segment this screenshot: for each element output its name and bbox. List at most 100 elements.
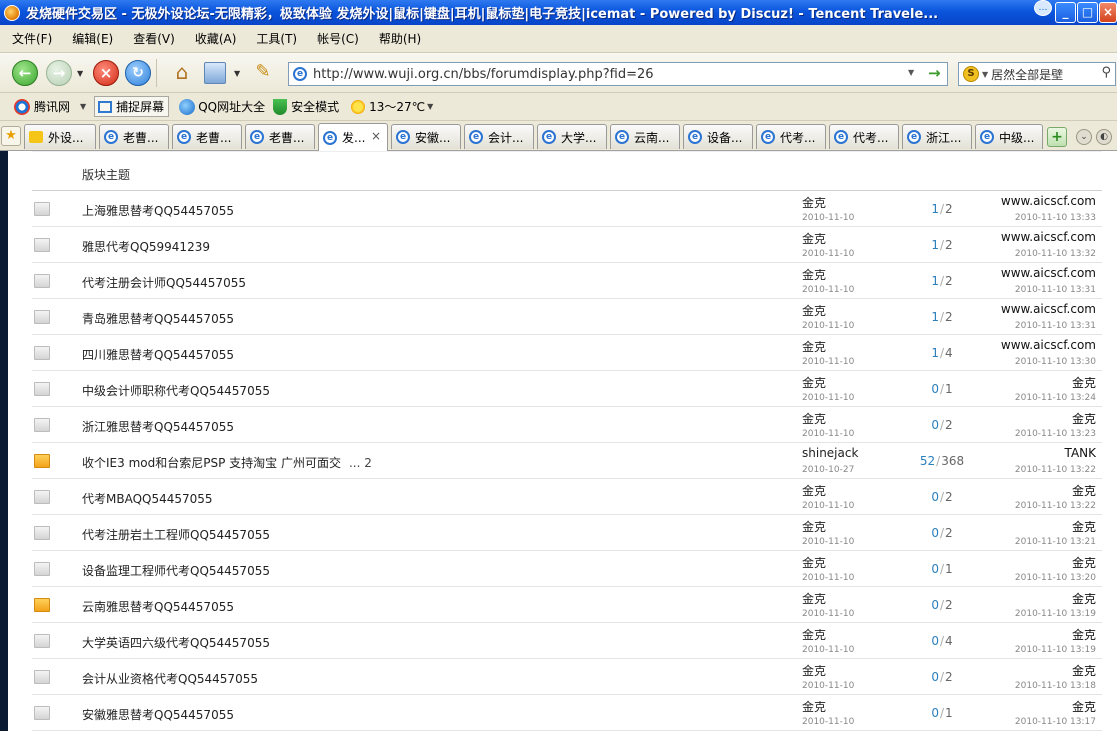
tab-8[interactable]: e 大学... (537, 124, 607, 149)
tab-1[interactable]: 外设... (24, 124, 96, 149)
tab-7[interactable]: e 会计... (464, 124, 534, 149)
thread-author-link[interactable]: 金克 (802, 230, 826, 247)
link-safe-mode[interactable]: 安全模式 (291, 98, 339, 115)
last-poster-link[interactable]: 金克 (1072, 590, 1096, 607)
tab-restore-icon[interactable]: ◐ (1096, 129, 1112, 145)
thread-title-link[interactable]: 大学英语四六级代考QQ54457055 (82, 636, 270, 650)
refresh-button[interactable]: ↻ (125, 60, 151, 86)
forward-dropdown-icon[interactable]: ▼ (77, 69, 83, 78)
thread-title-link[interactable]: 收个IE3 mod和台索尼PSP 支持淘宝 广州可面交 (82, 456, 341, 470)
thread-row[interactable]: 中级会计师职称代考QQ54457055 金克 2010-11-10 0/1 金克 2010… (32, 371, 1102, 407)
capture-screen-button[interactable]: 捕捉屏幕 (94, 96, 170, 117)
tab-9[interactable]: e 云南... (610, 124, 680, 149)
search-input[interactable]: 居然全部是壁 (991, 66, 1063, 83)
maximize-button[interactable]: □ (1077, 2, 1098, 23)
thread-row[interactable]: 大学英语四六级代考QQ54457055 金克 2010-11-10 0/4 金克 2010… (32, 623, 1102, 659)
favorites-dropdown-icon[interactable]: ▼ (234, 69, 240, 78)
thread-row[interactable]: 代考MBAQQ54457055 金克 2010-11-10 0/2 金克 2010-11-… (32, 479, 1102, 515)
thread-author-link[interactable]: 金克 (802, 266, 826, 283)
thread-title-link[interactable]: 云南雅思替考QQ54457055 (82, 600, 234, 614)
thread-title-link[interactable]: 青岛雅思替考QQ54457055 (82, 312, 234, 326)
thread-title-link[interactable]: 雅思代考QQ59941239 (82, 240, 210, 254)
close-tab-icon[interactable]: × (371, 129, 381, 143)
last-poster-link[interactable]: 金克 (1072, 698, 1096, 715)
thread-title-link[interactable]: 代考MBAQQ54457055 (82, 492, 213, 506)
thread-row[interactable]: 青岛雅思替考QQ54457055 金克 2010-11-10 1/2 www.aicsc… (32, 299, 1102, 335)
last-poster-link[interactable]: www.aicscf.com (1001, 338, 1096, 352)
last-post-time-link[interactable]: 2010-11-10 13:21 (1015, 537, 1096, 547)
thread-author-link[interactable]: 金克 (802, 410, 826, 427)
last-poster-link[interactable]: www.aicscf.com (1001, 302, 1096, 316)
thread-row[interactable]: 代考注册岩土工程师QQ54457055 金克 2010-11-10 0/2 金克 2010… (32, 515, 1102, 551)
thread-row[interactable]: 会计从业资格代考QQ54457055 金克 2010-11-10 0/2 金克 2010-… (32, 659, 1102, 695)
weather-text[interactable]: 13～27℃ (369, 98, 425, 115)
thread-title-link[interactable]: 上海雅思替考QQ54457055 (82, 204, 234, 218)
close-window-button[interactable]: × (1099, 2, 1117, 23)
thread-title-link[interactable]: 四川雅思替考QQ54457055 (82, 348, 234, 362)
last-post-time-link[interactable]: 2010-11-10 13:31 (1015, 285, 1096, 295)
menu-file[interactable]: 文件(F) (12, 30, 52, 47)
thread-row[interactable]: 上海雅思替考QQ54457055 金克 2010-11-10 1/2 www.aicsc… (32, 191, 1102, 227)
thread-title-link[interactable]: 代考注册岩土工程师QQ54457055 (82, 528, 270, 542)
last-poster-link[interactable]: 金克 (1072, 518, 1096, 535)
forward-button[interactable]: → (46, 60, 72, 86)
last-poster-link[interactable]: 金克 (1072, 662, 1096, 679)
home-icon[interactable]: ⌂ (170, 61, 194, 85)
last-post-time-link[interactable]: 2010-11-10 13:31 (1015, 321, 1096, 331)
last-poster-link[interactable]: 金克 (1072, 482, 1096, 499)
last-post-time-link[interactable]: 2010-11-10 13:30 (1015, 357, 1096, 367)
stop-button[interactable]: × (93, 60, 119, 86)
link-tencent[interactable]: 腾讯网 (34, 98, 70, 115)
thread-author-link[interactable]: shinejack (802, 446, 858, 460)
last-post-time-link[interactable]: 2010-11-10 13:23 (1015, 429, 1096, 439)
last-poster-link[interactable]: www.aicscf.com (1001, 266, 1096, 280)
menu-account[interactable]: 帐号(C) (317, 30, 359, 47)
menu-help[interactable]: 帮助(H) (379, 30, 421, 47)
thread-author-link[interactable]: 金克 (802, 662, 826, 679)
thread-author-link[interactable]: 金克 (802, 590, 826, 607)
link-qq-nav[interactable]: QQ网址大全 (198, 98, 265, 115)
favorites-star-icon[interactable]: ★ (1, 126, 21, 146)
last-post-time-link[interactable]: 2010-11-10 13:19 (1015, 609, 1096, 619)
tab-2[interactable]: e 老曹... (99, 124, 169, 149)
weather-dropdown-icon[interactable]: ▼ (427, 102, 433, 111)
last-poster-link[interactable]: 金克 (1072, 626, 1096, 643)
tab-14[interactable]: e 中级... (975, 124, 1043, 149)
last-poster-link[interactable]: 金克 (1072, 374, 1096, 391)
search-engine-icon[interactable]: S (963, 66, 979, 82)
thread-title-link[interactable]: 会计从业资格代考QQ54457055 (82, 672, 258, 686)
menu-edit[interactable]: 编辑(E) (72, 30, 113, 47)
tab-5-active[interactable]: e 发... × (318, 123, 388, 151)
favorites-icon[interactable] (204, 62, 226, 84)
go-arrow-icon[interactable]: → (928, 64, 941, 82)
address-dropdown-icon[interactable]: ▼ (908, 68, 914, 77)
tab-13[interactable]: e 浙江... (902, 124, 972, 149)
search-box[interactable]: S ▼ 居然全部是壁 ⚲ (958, 62, 1116, 86)
thread-title-link[interactable]: 浙江雅思替考QQ54457055 (82, 420, 234, 434)
thread-row[interactable]: 代考注册会计师QQ54457055 金克 2010-11-10 1/2 www.aics… (32, 263, 1102, 299)
last-post-time-link[interactable]: 2010-11-10 13:19 (1015, 645, 1096, 655)
search-engine-dropdown-icon[interactable]: ▼ (982, 70, 988, 79)
thread-title-link[interactable]: 设备监理工程师代考QQ54457055 (82, 564, 270, 578)
last-post-time-link[interactable]: 2010-11-10 13:17 (1015, 717, 1096, 727)
last-post-time-link[interactable]: 2010-11-10 13:24 (1015, 393, 1096, 403)
tab-12[interactable]: e 代考... (829, 124, 899, 149)
thread-author-link[interactable]: 金克 (802, 302, 826, 319)
url-text[interactable]: http://www.wuji.org.cn/bbs/forumdisplay.… (313, 67, 654, 82)
speech-bubble-icon[interactable]: … (1034, 0, 1052, 16)
thread-author-link[interactable]: 金克 (802, 374, 826, 391)
last-post-time-link[interactable]: 2010-11-10 13:33 (1015, 213, 1096, 223)
tab-10[interactable]: e 设备... (683, 124, 753, 149)
thread-row[interactable]: 收个IE3 mod和台索尼PSP 支持淘宝 广州可面交 ... 2 shinejac… (32, 443, 1102, 479)
thread-title-link[interactable]: 安徽雅思替考QQ54457055 (82, 708, 234, 722)
last-post-time-link[interactable]: 2010-11-10 13:20 (1015, 573, 1096, 583)
address-bar[interactable]: e http://www.wuji.org.cn/bbs/forumdispla… (288, 62, 948, 86)
tools-icon[interactable]: ✎ (250, 61, 276, 85)
menu-favorites[interactable]: 收藏(A) (195, 30, 237, 47)
tencent-dropdown-icon[interactable]: ▼ (80, 102, 86, 111)
thread-row[interactable]: 设备监理工程师代考QQ54457055 金克 2010-11-10 0/1 金克 2010… (32, 551, 1102, 587)
search-icon[interactable]: ⚲ (1101, 65, 1111, 80)
thread-author-link[interactable]: 金克 (802, 626, 826, 643)
last-poster-link[interactable]: TANK (1065, 446, 1096, 460)
menu-view[interactable]: 查看(V) (133, 30, 175, 47)
